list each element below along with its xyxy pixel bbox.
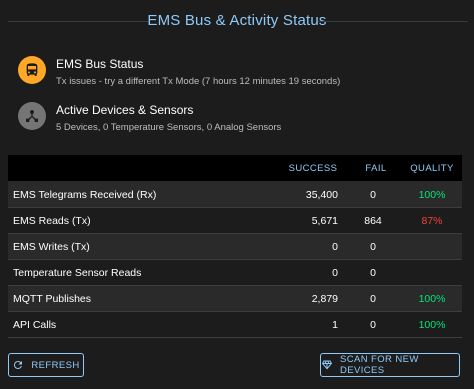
column-header-quality: QUALITY <box>410 162 454 174</box>
table-row: EMS Writes (Tx) 0 0 <box>8 234 462 260</box>
row-label: EMS Reads (Tx) <box>13 214 91 227</box>
row-fail: 864 <box>364 214 382 227</box>
refresh-button[interactable]: REFRESH <box>8 353 84 377</box>
diamond-icon <box>321 359 333 371</box>
row-quality: 100% <box>418 318 446 331</box>
ems-bus-status-item: EMS Bus Status Tx issues - try a differe… <box>0 52 474 92</box>
row-success: 2,879 <box>311 292 338 305</box>
header-divider-right <box>318 21 468 22</box>
ems-bus-status-subtitle: Tx issues - try a different Tx Mode (7 h… <box>56 76 341 87</box>
device-hub-icon <box>18 102 46 130</box>
ems-bus-status-title: EMS Bus Status <box>56 57 144 71</box>
active-devices-title: Active Devices & Sensors <box>56 103 194 117</box>
table-header-row: SUCCESS FAIL QUALITY <box>8 155 462 182</box>
row-quality: 87% <box>421 214 443 227</box>
table-row: EMS Telegrams Received (Rx) 35,400 0 100… <box>8 182 462 208</box>
row-label: Temperature Sensor Reads <box>13 266 142 279</box>
scan-for-new-devices-button[interactable]: SCAN FOR NEW DEVICES <box>320 353 460 377</box>
row-quality <box>403 260 461 285</box>
active-devices-item: Active Devices & Sensors 5 Devices, 0 Te… <box>0 98 474 138</box>
row-fail: 0 <box>370 292 376 305</box>
row-success: 1 <box>332 318 338 331</box>
row-label: EMS Telegrams Received (Rx) <box>13 188 157 201</box>
column-header-success: SUCCESS <box>288 162 338 174</box>
row-fail: 0 <box>370 318 376 331</box>
row-success: 0 <box>332 240 338 253</box>
bus-icon <box>18 56 46 84</box>
row-quality: 100% <box>418 188 446 201</box>
row-success: 5,671 <box>311 214 338 227</box>
row-label: API Calls <box>13 318 57 331</box>
activity-table: SUCCESS FAIL QUALITY EMS Telegrams Recei… <box>8 155 462 338</box>
refresh-button-label: REFRESH <box>31 359 80 371</box>
table-row: API Calls 1 0 100% <box>8 312 462 338</box>
page-header: EMS Bus & Activity Status <box>0 0 474 42</box>
row-quality <box>403 234 461 259</box>
table-row: MQTT Publishes 2,879 0 100% <box>8 286 462 312</box>
scan-button-label: SCAN FOR NEW DEVICES <box>340 354 419 376</box>
table-row: Temperature Sensor Reads 0 0 <box>8 260 462 286</box>
row-quality: 100% <box>418 292 446 305</box>
row-fail: 0 <box>370 188 376 201</box>
row-success: 0 <box>332 266 338 279</box>
row-success: 35,400 <box>305 188 338 201</box>
active-devices-subtitle: 5 Devices, 0 Temperature Sensors, 0 Anal… <box>56 122 282 133</box>
table-row: EMS Reads (Tx) 5,671 864 87% <box>8 208 462 234</box>
row-fail: 0 <box>370 266 376 279</box>
refresh-icon <box>12 359 24 371</box>
row-label: MQTT Publishes <box>13 292 91 305</box>
row-label: EMS Writes (Tx) <box>13 240 90 253</box>
row-fail: 0 <box>370 240 376 253</box>
column-header-fail: FAIL <box>365 162 387 174</box>
